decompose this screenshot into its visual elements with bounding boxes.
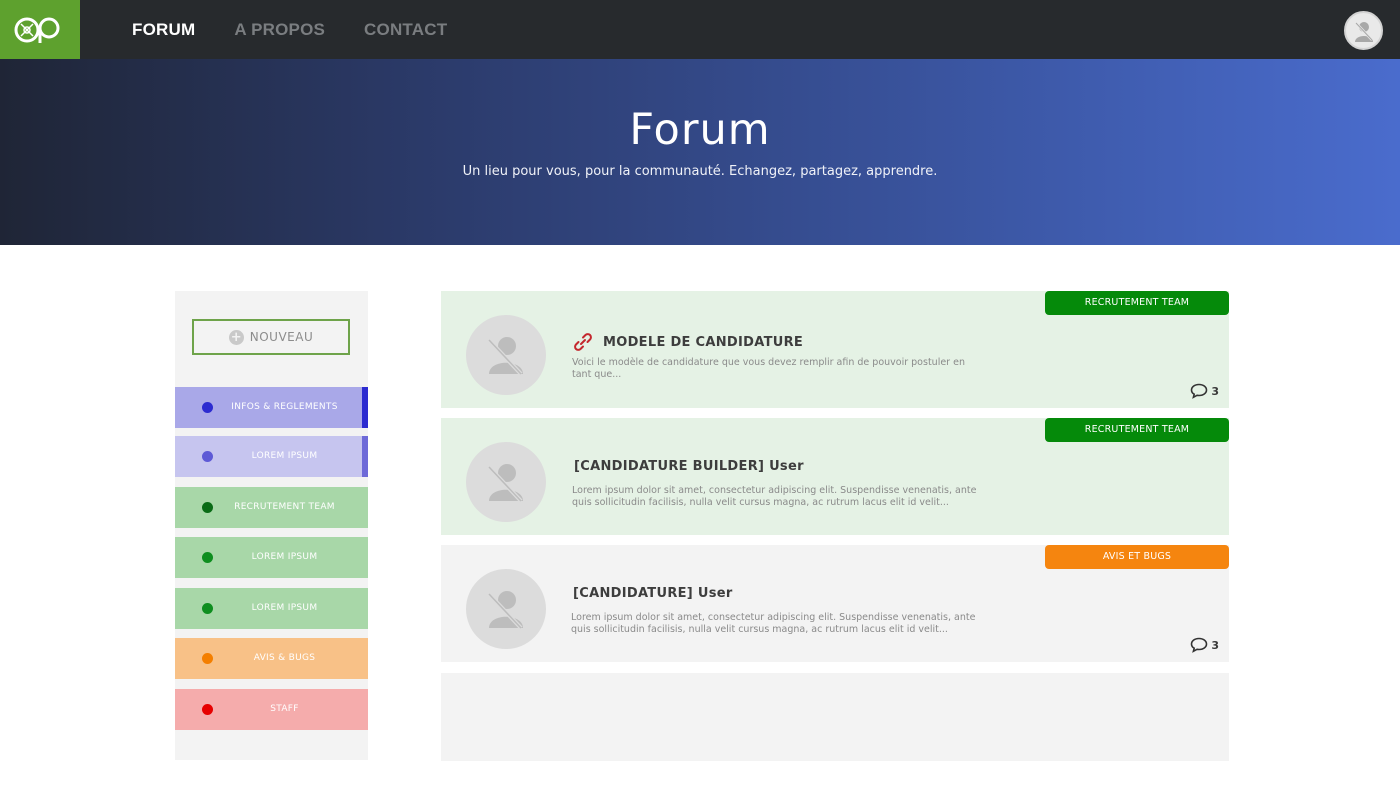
comment-count-value: 3 — [1211, 638, 1219, 652]
nav-forum[interactable]: FORUM — [132, 20, 195, 40]
hero-banner: Forum Un lieu pour vous, pour la communa… — [0, 59, 1400, 245]
plus-icon: + — [228, 329, 244, 345]
topic-title[interactable]: [CANDIDATURE BUILDER] User — [574, 459, 804, 474]
sidebar-item-recrutement-team[interactable]: RECRUTEMENT TEAM — [175, 487, 368, 528]
sidebar-item-label: AVIS & BUGS — [253, 653, 316, 663]
category-badge[interactable]: RECRUTEMENT TEAM — [1045, 291, 1229, 315]
user-placeholder-icon — [1354, 21, 1373, 42]
page-subtitle: Un lieu pour vous, pour la communauté. E… — [462, 164, 938, 179]
sidebar-item-label: LOREM IPSUM — [251, 603, 318, 613]
page-title: Forum — [629, 105, 771, 155]
user-placeholder-icon — [487, 464, 523, 503]
sidebar-item-avis-bugs[interactable]: AVIS & BUGS — [175, 638, 368, 679]
topic-title[interactable]: MODELE DE CANDIDATURE — [573, 333, 803, 351]
category-dot-icon — [202, 603, 213, 614]
sidebar-item-lorem-ipsum[interactable]: LOREM IPSUM — [175, 537, 368, 578]
topic-title[interactable]: [CANDIDATURE] User — [573, 586, 733, 601]
site-logo[interactable] — [0, 0, 80, 59]
user-avatar[interactable] — [1344, 11, 1383, 50]
comment-bubble-icon — [1190, 637, 1208, 653]
topic-card[interactable]: [CANDIDATURE] User Lorem ipsum dolor sit… — [441, 545, 1229, 662]
sidebar-item-lorem-ipsum[interactable]: LOREM IPSUM — [175, 588, 368, 629]
new-topic-button[interactable]: + NOUVEAU — [192, 319, 350, 355]
user-placeholder-icon — [487, 337, 523, 376]
author-avatar — [466, 569, 546, 649]
category-dot-icon — [202, 653, 213, 664]
nav-a-propos[interactable]: A PROPOS — [234, 20, 325, 40]
active-edge-marker — [362, 387, 368, 428]
topic-title-text: [CANDIDATURE BUILDER] User — [574, 459, 804, 474]
topic-title-text: MODELE DE CANDIDATURE — [603, 334, 804, 350]
top-navbar: FORUM A PROPOS CONTACT — [0, 0, 1400, 59]
sidebar-item-label: LOREM IPSUM — [251, 552, 318, 562]
topic-title-text: [CANDIDATURE] User — [573, 586, 733, 601]
new-topic-label: NOUVEAU — [249, 330, 314, 344]
sidebar-item-infos-reglements[interactable]: INFOS & REGLEMENTS — [175, 387, 368, 428]
comment-count-value: 3 — [1211, 384, 1219, 398]
topic-card[interactable]: [CANDIDATURE BUILDER] User Lorem ipsum d… — [441, 418, 1229, 535]
topic-excerpt: Lorem ipsum dolor sit amet, consectetur … — [571, 612, 976, 635]
link-icon — [573, 333, 593, 351]
category-dot-icon — [202, 451, 213, 462]
sidebar-item-lorem-ipsum[interactable]: LOREM IPSUM — [175, 436, 368, 477]
category-dot-icon — [202, 402, 213, 413]
user-placeholder-icon — [487, 591, 523, 630]
category-dot-icon — [202, 502, 213, 513]
sidebar-item-label: RECRUTEMENT TEAM — [234, 502, 335, 512]
nav-contact[interactable]: CONTACT — [364, 20, 447, 40]
main-nav: FORUM A PROPOS CONTACT — [132, 0, 486, 59]
topic-card-placeholder — [441, 673, 1229, 761]
comment-count: 3 — [1190, 383, 1219, 399]
comment-count: 3 — [1190, 637, 1219, 653]
category-dot-icon — [202, 704, 213, 715]
category-dot-icon — [202, 552, 213, 563]
author-avatar — [466, 315, 546, 395]
sidebar-item-label: INFOS & REGLEMENTS — [231, 402, 338, 412]
topic-excerpt: Lorem ipsum dolor sit amet, consectetur … — [572, 485, 977, 508]
active-edge-marker — [362, 436, 368, 477]
comment-bubble-icon — [1190, 383, 1208, 399]
sidebar-item-label: LOREM IPSUM — [251, 451, 318, 461]
topic-card[interactable]: MODELE DE CANDIDATURE Voici le modèle de… — [441, 291, 1229, 408]
logo-icon — [14, 17, 60, 43]
category-sidebar: + NOUVEAU INFOS & REGLEMENTS LOREM IPSUM… — [175, 291, 368, 760]
category-badge[interactable]: AVIS ET BUGS — [1045, 545, 1229, 569]
category-badge[interactable]: RECRUTEMENT TEAM — [1045, 418, 1229, 442]
author-avatar — [466, 442, 546, 522]
sidebar-item-label: STAFF — [270, 704, 299, 714]
sidebar-item-staff[interactable]: STAFF — [175, 689, 368, 730]
topic-excerpt: Voici le modèle de candidature que vous … — [572, 357, 965, 380]
